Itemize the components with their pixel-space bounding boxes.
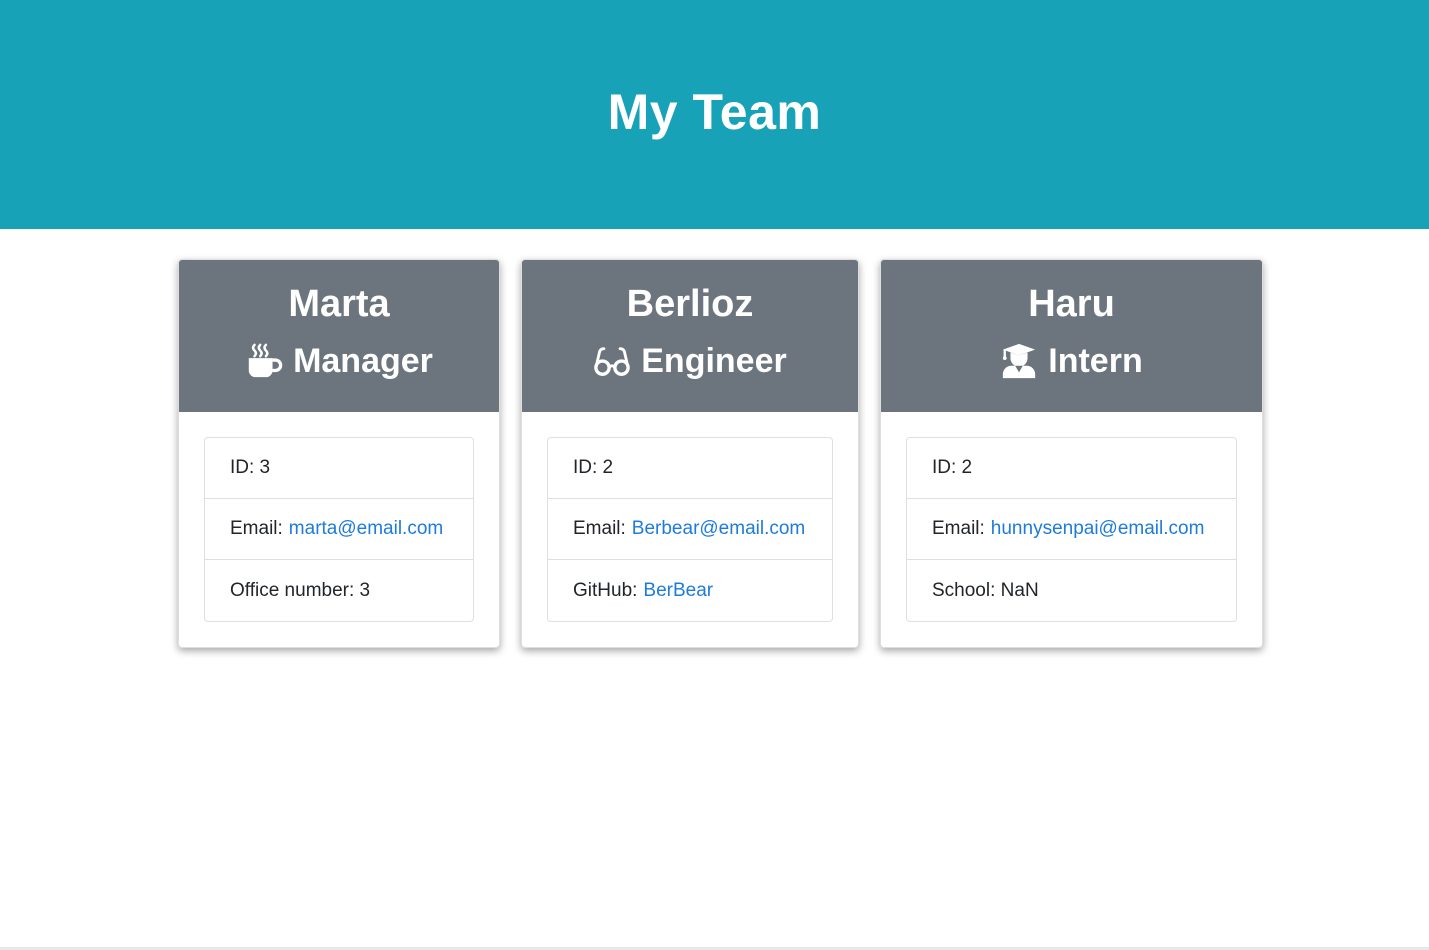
page-header: My Team — [0, 0, 1429, 229]
employee-id: ID: 2 — [907, 438, 1236, 499]
github-label: GitHub: — [573, 579, 638, 601]
github-link[interactable]: BerBear — [643, 580, 713, 602]
employee-name: Haru — [1028, 283, 1115, 325]
mug-hot-icon — [245, 342, 283, 380]
employee-name: Berlioz — [626, 283, 754, 325]
employee-details-list: ID: 2 Email: Berbear@email.com GitHub: B… — [547, 437, 833, 622]
user-graduate-icon — [1000, 342, 1038, 380]
card-body: ID: 3 Email: marta@email.com Office numb… — [179, 412, 499, 647]
card-header: Berlioz Engineer — [522, 260, 858, 412]
employee-github: GitHub: BerBear — [548, 560, 832, 621]
employee-id-text: ID: 2 — [573, 457, 614, 478]
employee-role-label: Engineer — [641, 342, 787, 380]
email-label: Email: — [932, 518, 985, 539]
employee-id: ID: 3 — [205, 438, 473, 499]
employee-details-list: ID: 2 Email: hunnysenpai@email.com Schoo… — [906, 437, 1237, 622]
employee-office-number: Office number: 3 — [205, 560, 473, 621]
employee-details-list: ID: 3 Email: marta@email.com Office numb… — [204, 437, 474, 622]
card-header: Haru Intern — [881, 260, 1262, 412]
employee-id: ID: 2 — [548, 438, 832, 499]
employee-id-text: ID: 3 — [230, 457, 271, 478]
email-link[interactable]: hunnysenpai@email.com — [991, 518, 1205, 540]
employee-role: Engineer — [593, 340, 787, 382]
glasses-icon — [593, 342, 631, 380]
office-number-text: Office number: 3 — [230, 579, 371, 601]
employee-role: Intern — [1000, 340, 1143, 382]
employee-card-manager: Marta Manager ID: 3 Email: marta@email.c… — [178, 259, 500, 648]
employee-card-intern: Haru Intern ID: 2 Email: hunnysenpai@ema… — [880, 259, 1263, 648]
card-header: Marta Manager — [179, 260, 499, 412]
email-label: Email: — [573, 518, 626, 539]
employee-role: Manager — [245, 340, 433, 382]
employee-email: Email: marta@email.com — [205, 499, 473, 560]
employee-email: Email: hunnysenpai@email.com — [907, 499, 1236, 560]
card-body: ID: 2 Email: hunnysenpai@email.com Schoo… — [881, 412, 1262, 647]
card-body: ID: 2 Email: Berbear@email.com GitHub: B… — [522, 412, 858, 647]
employee-role-label: Manager — [293, 342, 433, 380]
school-text: School: NaN — [932, 579, 1039, 601]
email-link[interactable]: marta@email.com — [289, 518, 443, 540]
email-label: Email: — [230, 518, 283, 539]
employee-card-engineer: Berlioz Engineer ID: 2 Email: Berbear@em… — [521, 259, 859, 648]
employee-id-text: ID: 2 — [932, 457, 973, 478]
employee-name: Marta — [288, 283, 390, 325]
employee-email: Email: Berbear@email.com — [548, 499, 832, 560]
page-title: My Team — [607, 83, 822, 140]
employee-school: School: NaN — [907, 560, 1236, 621]
employee-role-label: Intern — [1048, 342, 1143, 380]
email-link[interactable]: Berbear@email.com — [632, 518, 805, 540]
